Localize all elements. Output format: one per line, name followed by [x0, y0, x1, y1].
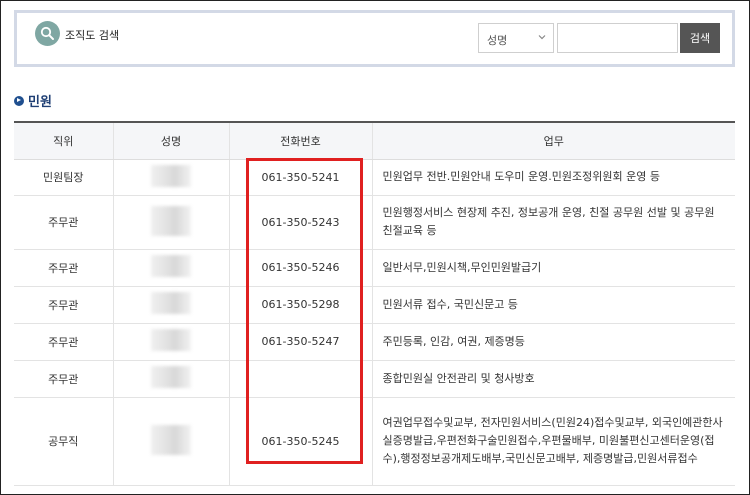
cell-duty: 민원행정서비스 현장제 추진, 정보공개 운영, 친절 공무원 선발 및 공무원…: [372, 195, 735, 250]
cell-duty: 일반서무,민원시책,무인민원발급기: [372, 249, 735, 287]
cell-name-redacted: [113, 360, 230, 398]
search-field-select[interactable]: 성명: [478, 23, 554, 53]
chevron-down-icon: [537, 32, 547, 45]
header-duty: 업무: [372, 122, 735, 160]
header-position: 직위: [14, 122, 114, 160]
redacted-name: [151, 424, 191, 455]
redacted-name: [151, 366, 191, 388]
redacted-name: [151, 255, 191, 277]
table-row: 민원팀장 061-350-5241 민원업무 전반.민원안내 도우미 운영.민원…: [14, 159, 735, 196]
cell-phone: 061-350-5246: [229, 249, 373, 287]
section-title: 민원: [28, 95, 52, 110]
redacted-name: [151, 292, 191, 314]
redacted-name: [151, 205, 191, 236]
cell-position: 주무관: [14, 323, 114, 361]
search-button[interactable]: 검색: [680, 23, 720, 53]
section-heading: 민원: [14, 91, 52, 110]
redacted-name: [151, 164, 191, 187]
table-row: 공무직 061-350-5245 여권업무접수및교부, 전자민원서비스(민원24…: [14, 397, 735, 486]
header-name: 성명: [113, 122, 230, 160]
cell-name-redacted: [113, 397, 230, 486]
table-row: 주무관 종합민원실 안전관리 및 청사방호: [14, 360, 735, 398]
cell-phone: [229, 360, 373, 398]
table-row: 주무관 061-350-5298 민원서류 접수, 국민신문고 등: [14, 286, 735, 324]
search-icon: [35, 21, 60, 46]
cell-phone: 061-350-5298: [229, 286, 373, 324]
search-input[interactable]: [557, 23, 678, 53]
cell-duty: 주민등록, 인감, 여권, 제증명등: [372, 323, 735, 361]
staff-table: 직위 성명 전화번호 업무 민원팀장 061-350-5241 민원업무 전반.…: [14, 121, 735, 486]
select-value: 성명: [487, 34, 508, 47]
cell-duty: 여권업무접수및교부, 전자민원서비스(민원24)접수및교부, 외국인예관한사실증…: [372, 397, 735, 486]
table-row: 주무관 061-350-5243 민원행정서비스 현장제 추진, 정보공개 운영…: [14, 195, 735, 250]
cell-duty: 민원업무 전반.민원안내 도우미 운영.민원조정위원회 운영 등: [372, 159, 735, 196]
cell-name-redacted: [113, 249, 230, 287]
cell-position: 주무관: [14, 249, 114, 287]
search-title: 조직도 검색: [65, 29, 120, 42]
table-header-row: 직위 성명 전화번호 업무: [14, 122, 735, 160]
cell-position: 민원팀장: [14, 159, 114, 196]
table-row: 주무관 061-350-5247 주민등록, 인감, 여권, 제증명등: [14, 323, 735, 361]
cell-name-redacted: [113, 195, 230, 250]
table-row: 주무관 061-350-5246 일반서무,민원시책,무인민원발급기: [14, 249, 735, 287]
cell-duty: 민원서류 접수, 국민신문고 등: [372, 286, 735, 324]
cell-name-redacted: [113, 286, 230, 324]
org-search-panel: 조직도 검색 성명 검색: [14, 10, 735, 67]
cell-position: 주무관: [14, 286, 114, 324]
cell-position: 주무관: [14, 195, 114, 250]
header-phone: 전화번호: [229, 122, 373, 160]
cell-duty: 종합민원실 안전관리 및 청사방호: [372, 360, 735, 398]
cell-name-redacted: [113, 323, 230, 361]
cell-phone: 061-350-5243: [229, 195, 373, 250]
cell-position: 주무관: [14, 360, 114, 398]
page-frame: 조직도 검색 성명 검색 민원 직위 성명 전화번호 업무 민원팀장 061-3…: [0, 0, 750, 495]
cell-phone: 061-350-5241: [229, 159, 373, 196]
cell-phone: 061-350-5245: [229, 397, 373, 486]
cell-position: 공무직: [14, 397, 114, 486]
redacted-name: [151, 329, 191, 351]
cell-phone: 061-350-5247: [229, 323, 373, 361]
bullet-arrow-icon: [14, 95, 24, 106]
cell-name-redacted: [113, 159, 230, 196]
